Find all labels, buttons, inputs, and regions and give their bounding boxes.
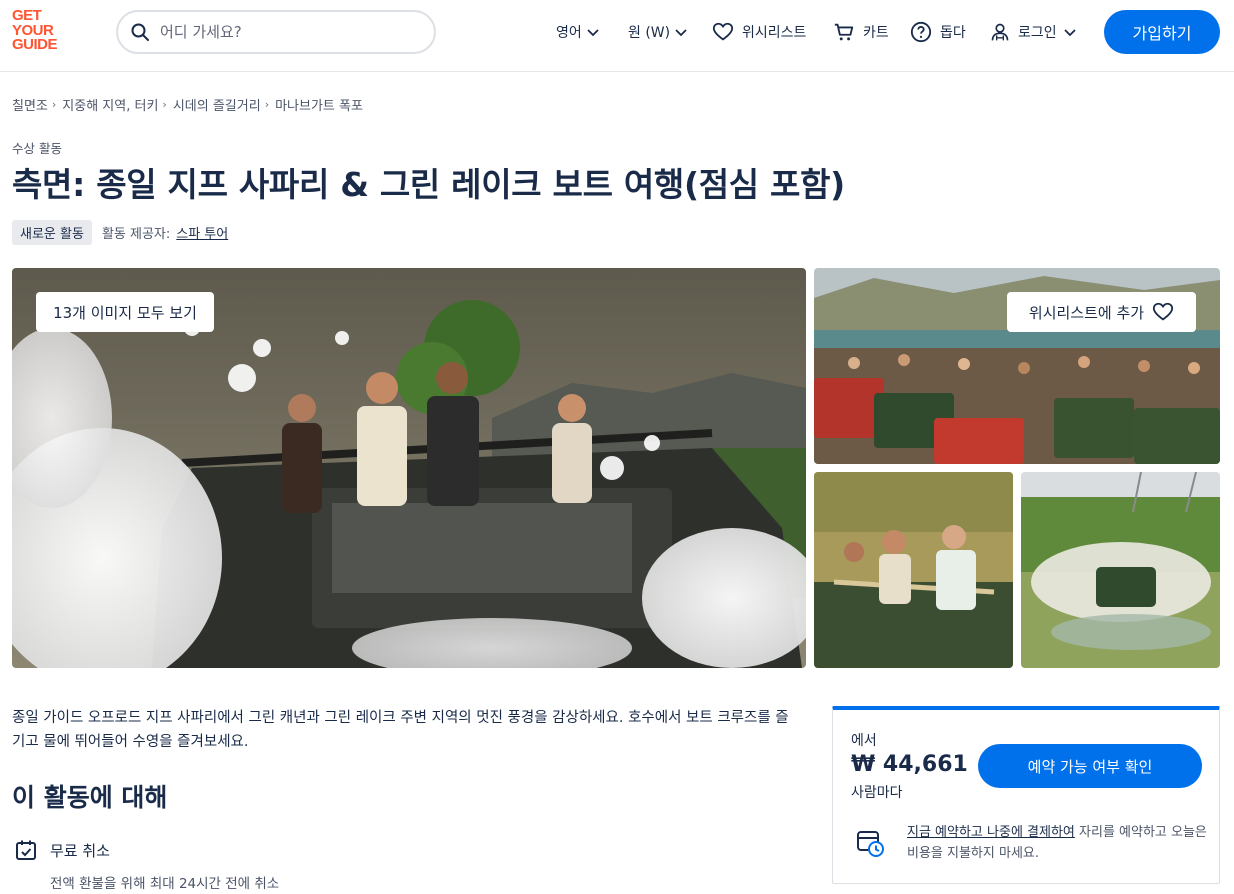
page-title: 측면: 종일 지프 사파리 & 그린 레이크 보트 여행(점심 포함) [12,165,845,204]
cart-icon [834,23,854,41]
free-cancellation-detail: 전액 환불을 위해 최대 24시간 전에 취소 [50,876,280,892]
breadcrumb-separator: › [51,98,57,111]
calendar-clock-icon [857,831,884,857]
heart-icon [1152,302,1174,321]
reserve-now-pay-later-link[interactable]: 지금 예약하고 나중에 결제하여 [907,825,1075,840]
search-icon [131,23,149,41]
view-all-images-button[interactable]: 13개 이미지 모두 보기 [36,292,214,332]
currency-selector[interactable]: 원 (W) [628,20,688,44]
add-to-wishlist-button[interactable]: 위시리스트에 추가 [1007,292,1196,332]
breadcrumb-item[interactable]: 지중해 지역, 터키 [62,95,158,114]
heart-icon [712,22,734,41]
breadcrumb-item[interactable]: 시데의 즐길거리 [173,95,261,114]
login-label: 로그인 [1018,25,1057,41]
login-menu[interactable]: 로그인 [990,20,1077,44]
breadcrumb-separator: › [264,98,270,111]
top-header: GET YOUR GUIDE 영어 원 (W) 위시리스트 카트 돕다 로그인 … [0,0,1234,72]
reserve-now-pay-later-text: 지금 예약하고 나중에 결제하여 자리를 예약하고 오늘은 비용을 지불하지 마… [907,822,1207,864]
wishlist-label: 위시리스트 [742,25,807,41]
logo-line-3: GUIDE [12,36,58,53]
wishlist-link[interactable]: 위시리스트 [712,20,806,44]
add-to-wishlist-label: 위시리스트에 추가 [1028,303,1145,322]
provider-label: 활동 제공자: [101,227,171,242]
price-value: ₩ 44,661 [851,752,968,777]
price-from-label: 에서 [851,733,877,749]
free-cancellation-title: 무료 취소 [50,841,110,860]
price-per-person: 사람마다 [851,785,903,801]
breadcrumb-item[interactable]: 마나브가트 폭포 [275,95,363,114]
calendar-check-icon [16,840,36,860]
getyourguide-logo[interactable]: GET YOUR GUIDE [12,8,70,55]
language-selector[interactable]: 영어 [556,20,600,44]
about-section-title: 이 활동에 대해 [12,783,168,812]
chevron-down-icon [1064,29,1076,37]
free-cancellation-feature: 무료 취소 [14,838,110,862]
activity-description: 종일 가이드 오프로드 지프 사파리에서 그린 캐년과 그린 레이크 주변 지역… [12,710,789,750]
cart-link[interactable]: 카트 [833,20,889,44]
new-activity-badge: 새로운 활동 [12,220,92,245]
gallery-image-4[interactable] [1021,472,1220,668]
search-box[interactable] [116,10,436,54]
help-label: 돕다 [940,25,966,41]
currency-label: 원 (W) [628,25,671,41]
language-label: 영어 [556,25,582,41]
help-icon [910,21,932,43]
help-link[interactable]: 돕다 [910,20,966,44]
activity-meta: 새로운 활동 활동 제공자: 스파 투어 [12,220,228,245]
cart-label: 카트 [863,25,889,41]
chevron-down-icon [675,29,687,37]
breadcrumb-separator: › [162,98,167,111]
activity-category: 수상 활동 [12,141,62,156]
check-availability-button[interactable]: 예약 가능 여부 확인 [978,744,1202,788]
provider-link[interactable]: 스파 투어 [176,223,228,242]
user-icon [991,23,1009,41]
gallery-image-3[interactable] [814,472,1013,668]
signup-button[interactable]: 가입하기 [1104,10,1220,54]
breadcrumb-item[interactable]: 칠면조 [12,95,48,114]
jeep-passengers-photo [814,472,1013,668]
search-input[interactable] [160,23,410,41]
booking-card: 에서 ₩ 44,661 사람마다 예약 가능 여부 확인 지금 예약하고 나중에… [832,706,1220,884]
breadcrumb: 칠면조 › 지중해 지역, 터키 › 시데의 즐길거리 › 마나브가트 폭포 [12,95,363,114]
jeep-water-splash-photo [1021,472,1220,668]
chevron-down-icon [587,29,599,37]
